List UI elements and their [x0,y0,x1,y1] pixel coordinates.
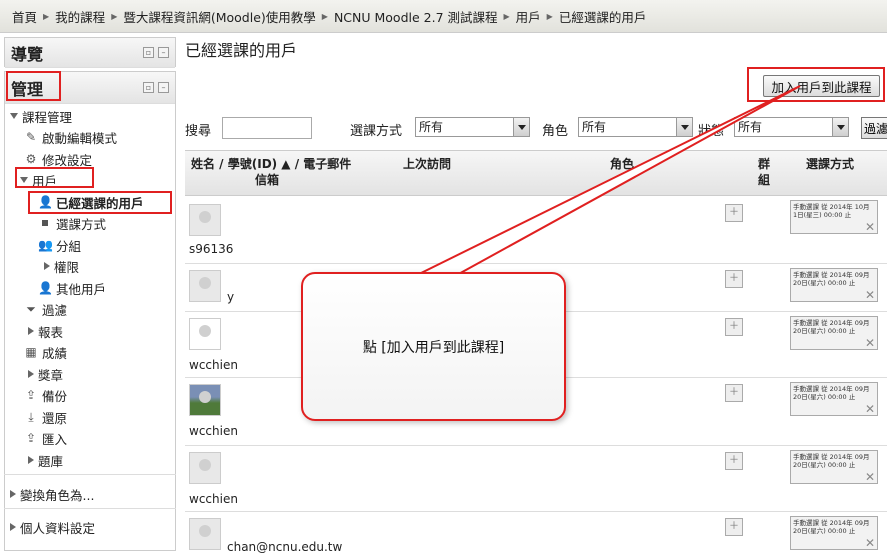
callout-text: 點 [加入用戶到此課程] [362,339,505,356]
instruction-callout: 點 [加入用戶到此課程] [301,272,566,421]
